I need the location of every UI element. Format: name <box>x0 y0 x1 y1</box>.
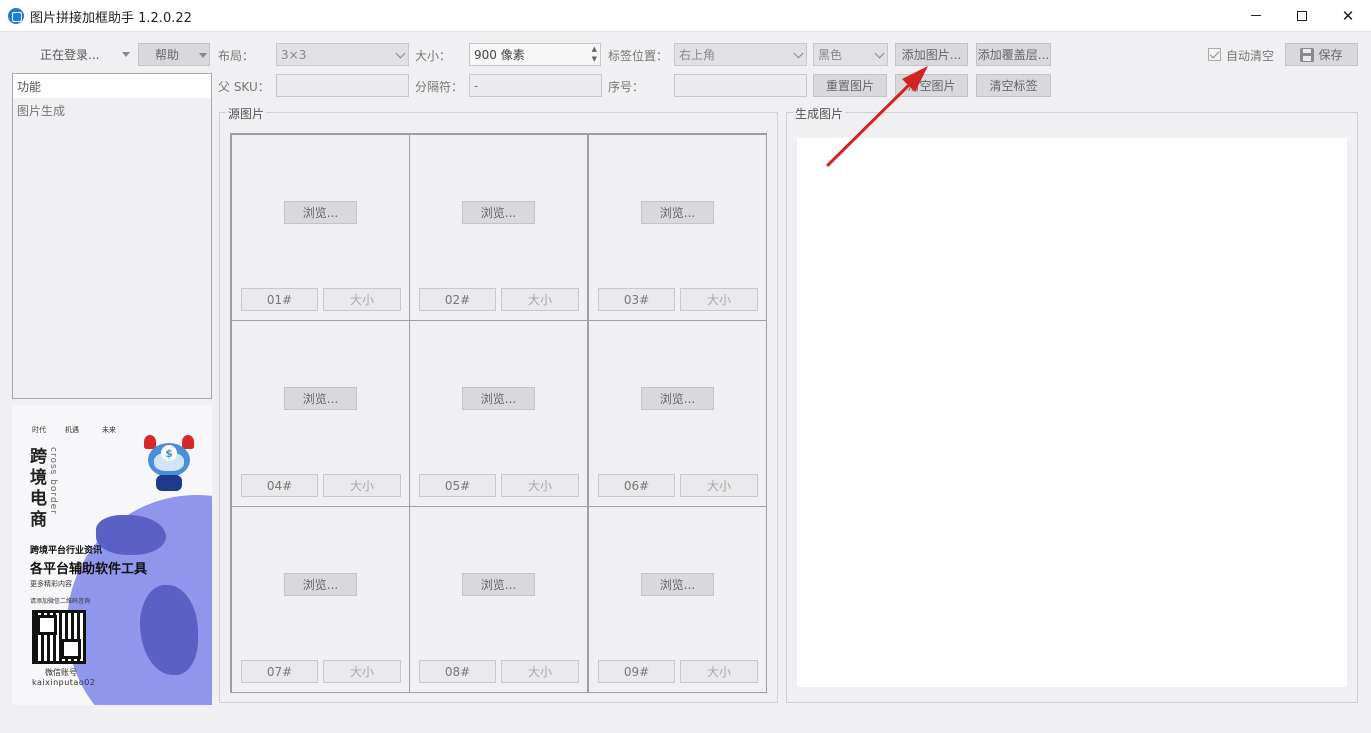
annotation-arrow <box>826 66 928 167</box>
annotation-arrow-shaft <box>826 78 916 167</box>
